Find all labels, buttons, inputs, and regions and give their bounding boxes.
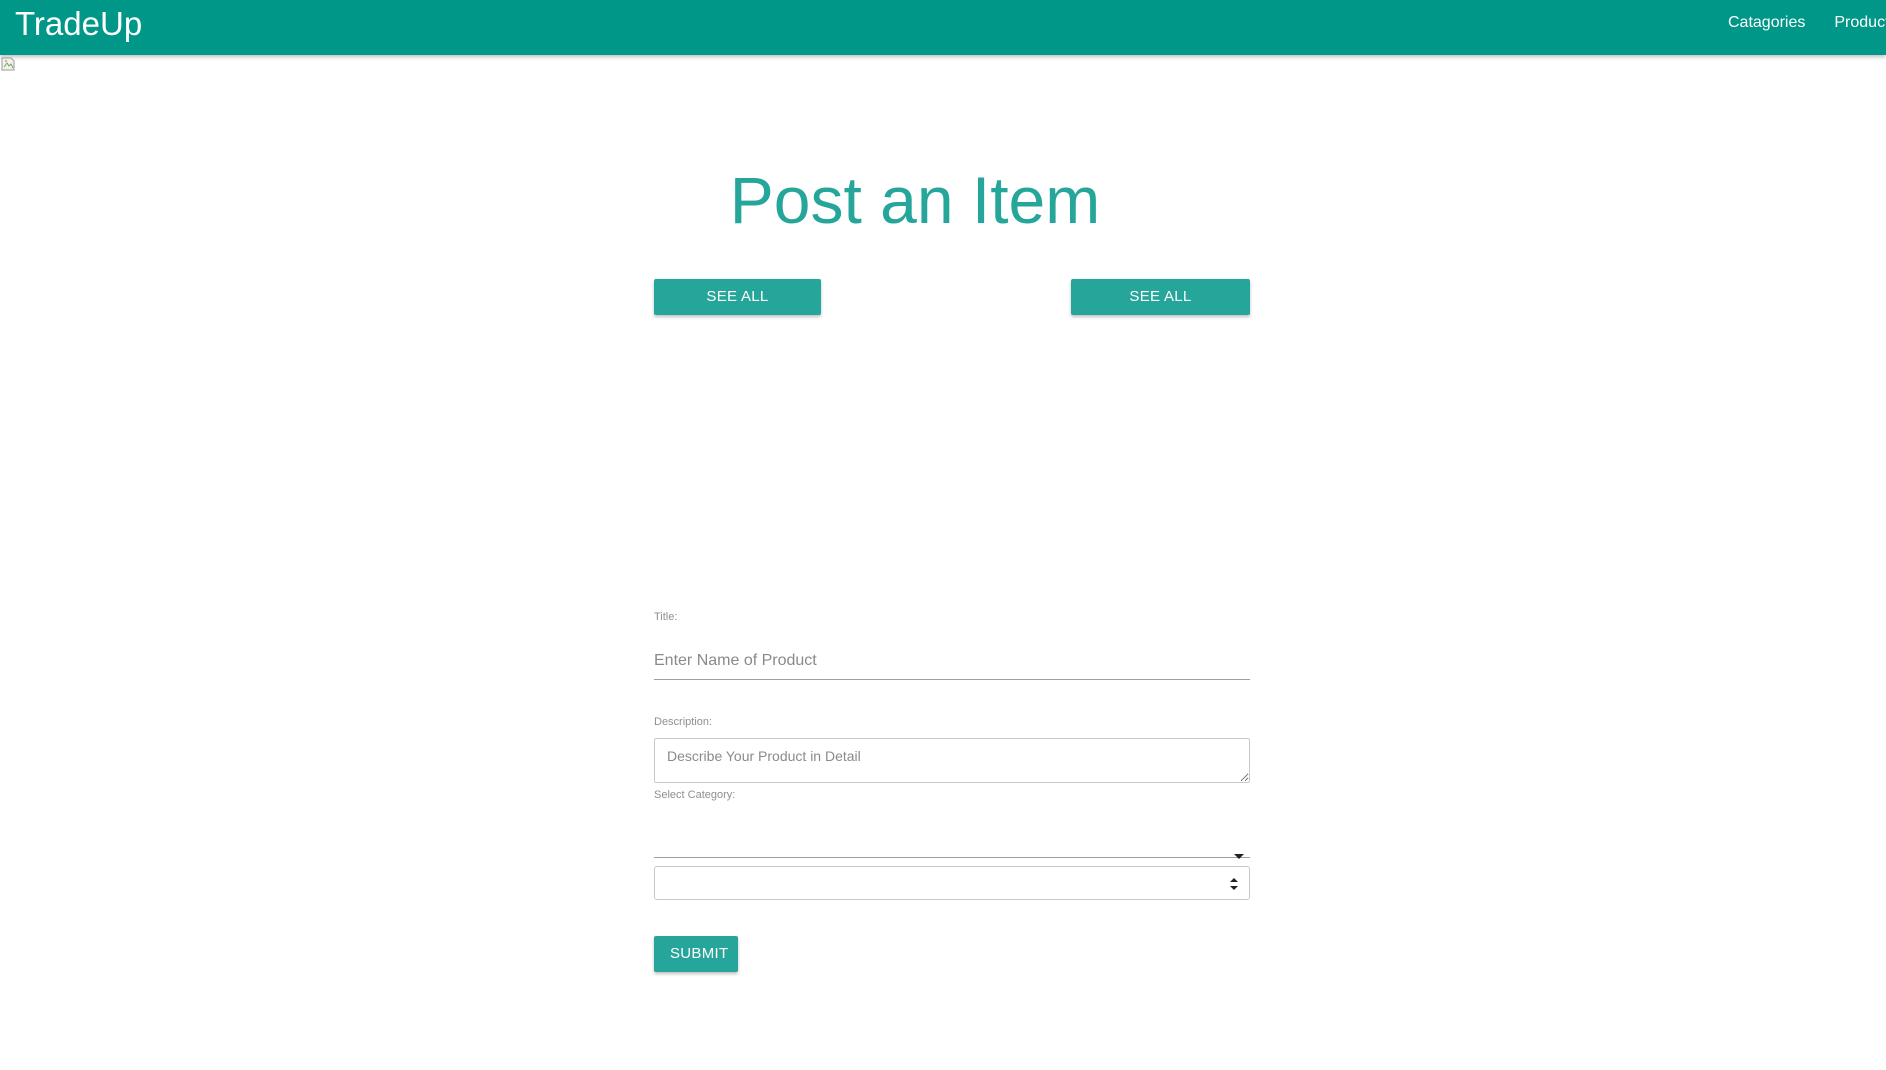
caret-down-icon bbox=[1234, 854, 1244, 859]
see-all-products-button[interactable]: SEE ALL PRODUCTS bbox=[654, 279, 821, 341]
nav-link-categories[interactable]: Catagories bbox=[1728, 14, 1805, 32]
top-navbar: TradeUp Catagories Products bbox=[0, 0, 1886, 55]
see-all-categories-button[interactable]: SEE ALL CATEGORIES bbox=[1071, 279, 1250, 341]
nav-links: Catagories Products bbox=[1728, 0, 1886, 46]
up-down-arrows-icon bbox=[1230, 878, 1238, 890]
title-label: Title: bbox=[654, 611, 678, 623]
submit-button[interactable]: SUBMIT bbox=[654, 936, 738, 972]
category-select[interactable] bbox=[654, 866, 1250, 900]
title-input[interactable] bbox=[654, 642, 1250, 680]
description-textarea[interactable] bbox=[654, 738, 1250, 783]
broken-image-icon bbox=[1, 57, 15, 71]
nav-link-products[interactable]: Products bbox=[1834, 14, 1886, 32]
category-label: Select Category: bbox=[654, 789, 736, 801]
category-dropdown[interactable] bbox=[654, 820, 1250, 859]
description-label: Description: bbox=[654, 716, 713, 728]
brand-logo[interactable]: TradeUp bbox=[15, 4, 142, 44]
page-title: Post an Item bbox=[729, 163, 1101, 237]
